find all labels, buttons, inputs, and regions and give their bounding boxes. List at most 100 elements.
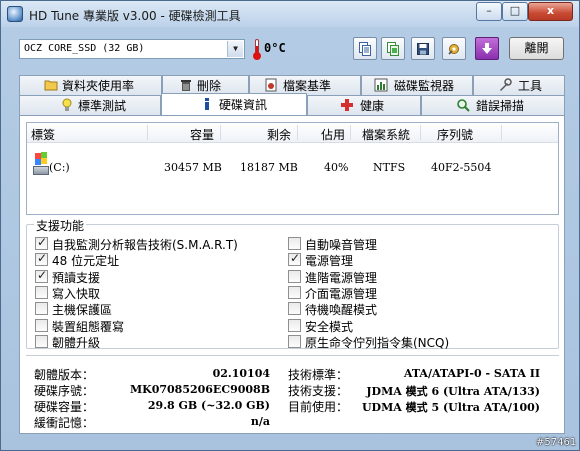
title-bar[interactable]: HD Tune 專業版 v3.00 - 硬碟檢測工具 – □ x — [1, 1, 579, 27]
minimize-button[interactable]: – — [476, 2, 502, 21]
feature-label: 48 位元定址 — [52, 254, 120, 269]
device-select[interactable]: OCZ CORE_SSD (32 GB) ▼ — [19, 39, 245, 59]
tab-benchmark[interactable]: 標準測試 — [19, 95, 161, 115]
feature-label: 自我監測分析報告技術(S.M.A.R.T) — [52, 238, 238, 252]
table-row[interactable]: (C:) 30457 MB 18187 MB 40% NTFS 40F2-550… — [27, 149, 558, 185]
floppy-icon — [417, 43, 429, 55]
checkbox-unchecked[interactable] — [35, 302, 48, 316]
feature-label: 原生命令佇列指令集(NCQ) — [305, 335, 450, 350]
disk-monitor-icon — [374, 78, 388, 92]
exit-button[interactable]: 離開 — [509, 37, 564, 60]
tab-label: 工具 — [518, 79, 543, 93]
checkbox-unchecked[interactable] — [35, 334, 48, 348]
checkbox-unchecked[interactable] — [35, 318, 48, 332]
cell-usage: 40% — [324, 161, 349, 174]
app-icon — [7, 6, 23, 22]
temperature-readout: 0°C — [264, 41, 286, 55]
cell-capacity: 30457 MB — [164, 161, 222, 174]
supported-value: JDMA 模式 6 (Ultra ATA/133) — [366, 385, 540, 398]
chevron-down-icon[interactable]: ▼ — [227, 41, 243, 57]
copy-text-button[interactable] — [353, 37, 377, 60]
checkbox-unchecked[interactable] — [288, 285, 301, 299]
info-icon — [205, 98, 209, 110]
feature-label: 進階電源管理 — [305, 270, 378, 285]
watermark: #57461 — [536, 437, 577, 448]
col-serial[interactable]: 序列號 — [437, 126, 473, 143]
tab-tools[interactable]: 工具 — [473, 75, 565, 95]
app-window: HD Tune 專業版 v3.00 - 硬碟檢測工具 – □ x OCZ COR… — [0, 0, 580, 451]
feature-label: 介面電源管理 — [305, 286, 378, 301]
cache-value: n/a — [250, 415, 270, 428]
cell-label: (C:) — [49, 161, 70, 174]
capacity-label: 硬碟容量： — [34, 400, 95, 414]
feature-label: 電源管理 — [305, 254, 354, 269]
feature-label: 主機保護區 — [52, 303, 113, 318]
checkbox-checked[interactable]: ✓ — [35, 251, 48, 267]
feature-label: 安全模式 — [305, 319, 354, 334]
capacity-value: 29.8 GB (~32.0 GB) — [147, 399, 270, 412]
folder-usage-icon — [44, 80, 58, 91]
copy-screenshot-icon — [387, 42, 399, 56]
standard-label: 技術標準： — [288, 368, 349, 382]
tab-folder-usage[interactable]: 資料夾使用率 — [19, 75, 162, 95]
partition-list[interactable]: 標簽 容量 剩余 佔用 檔案系統 序列號 (C:) 30457 MB 18187… — [26, 122, 559, 215]
checkmark-icon: ✓ — [37, 251, 48, 266]
feature-label: 裝置組態覆寫 — [52, 319, 125, 334]
tab-label: 健康 — [360, 99, 385, 113]
tab-disk-monitor[interactable]: 磁碟監視器 — [361, 75, 473, 95]
checkbox-unchecked[interactable] — [288, 269, 301, 283]
cell-filesystem: NTFS — [373, 161, 406, 174]
checkbox-unchecked[interactable] — [288, 237, 301, 250]
copy-screenshot-button[interactable] — [381, 37, 405, 60]
benchmark-icon — [62, 98, 72, 111]
close-button[interactable]: x — [528, 2, 573, 21]
checkmark-icon: ✓ — [37, 267, 48, 282]
group-title: 支援功能 — [34, 217, 87, 234]
checkbox-unchecked[interactable] — [35, 285, 48, 299]
col-filesystem[interactable]: 檔案系統 — [362, 126, 410, 143]
feature-label: 韌體升級 — [52, 335, 101, 350]
checkmark-icon: ✓ — [37, 235, 48, 249]
current-label: 目前使用： — [288, 400, 349, 414]
col-usage[interactable]: 佔用 — [321, 126, 345, 143]
checkbox-checked[interactable]: ✓ — [288, 251, 301, 267]
cell-free: 18187 MB — [240, 161, 298, 174]
maximize-button[interactable]: □ — [502, 2, 528, 21]
col-free[interactable]: 剩余 — [267, 126, 291, 143]
copy-icon — [359, 42, 371, 56]
thermometer-icon — [252, 39, 262, 60]
supported-features-group: 支援功能 ✓ 自我監測分析報告技術(S.M.A.R.T) ✓ 48 位元定址 ✓ 預讀支援… — [26, 217, 559, 350]
tab-error-scan[interactable]: 錯誤掃描 — [421, 95, 565, 115]
serial-label: 硬碟序號： — [34, 384, 95, 398]
tab-delete[interactable]: 刪除 — [162, 75, 249, 95]
firmware-label: 韌體版本： — [34, 368, 95, 382]
feature-label: 自動噪音管理 — [305, 238, 378, 252]
tab-drive-info[interactable]: 硬碟資訊 — [161, 93, 307, 115]
checkbox-checked[interactable]: ✓ — [35, 267, 48, 283]
tab-label: 錯誤掃描 — [476, 99, 525, 113]
error-scan-icon — [457, 99, 470, 112]
feature-label: 預讀支援 — [52, 270, 101, 285]
wrench-icon — [448, 44, 459, 55]
checkbox-unchecked[interactable] — [288, 334, 301, 348]
file-benchmark-icon — [265, 78, 277, 92]
health-icon — [341, 99, 353, 111]
divider — [26, 355, 559, 356]
tab-file-benchmark[interactable]: 檔案基準 — [249, 75, 361, 95]
supported-label: 技術支援： — [288, 384, 349, 398]
checkmark-icon: ✓ — [290, 251, 301, 266]
options-button[interactable] — [442, 37, 466, 60]
checkbox-checked[interactable]: ✓ — [35, 235, 48, 250]
tab-label: 磁碟監視器 — [394, 79, 455, 93]
cache-label: 緩衝記憶： — [34, 416, 95, 430]
download-button[interactable] — [475, 37, 499, 60]
checkbox-unchecked[interactable] — [288, 318, 301, 332]
save-button[interactable] — [411, 37, 435, 60]
device-select-value: OCZ CORE_SSD (32 GB) — [24, 43, 145, 54]
col-label[interactable]: 標簽 — [31, 126, 55, 143]
window-title: HD Tune 專業版 v3.00 - 硬碟檢測工具 — [29, 9, 241, 23]
drive-icon — [33, 150, 49, 178]
col-capacity[interactable]: 容量 — [190, 126, 214, 143]
checkbox-unchecked[interactable] — [288, 302, 301, 316]
tab-health[interactable]: 健康 — [307, 95, 421, 115]
